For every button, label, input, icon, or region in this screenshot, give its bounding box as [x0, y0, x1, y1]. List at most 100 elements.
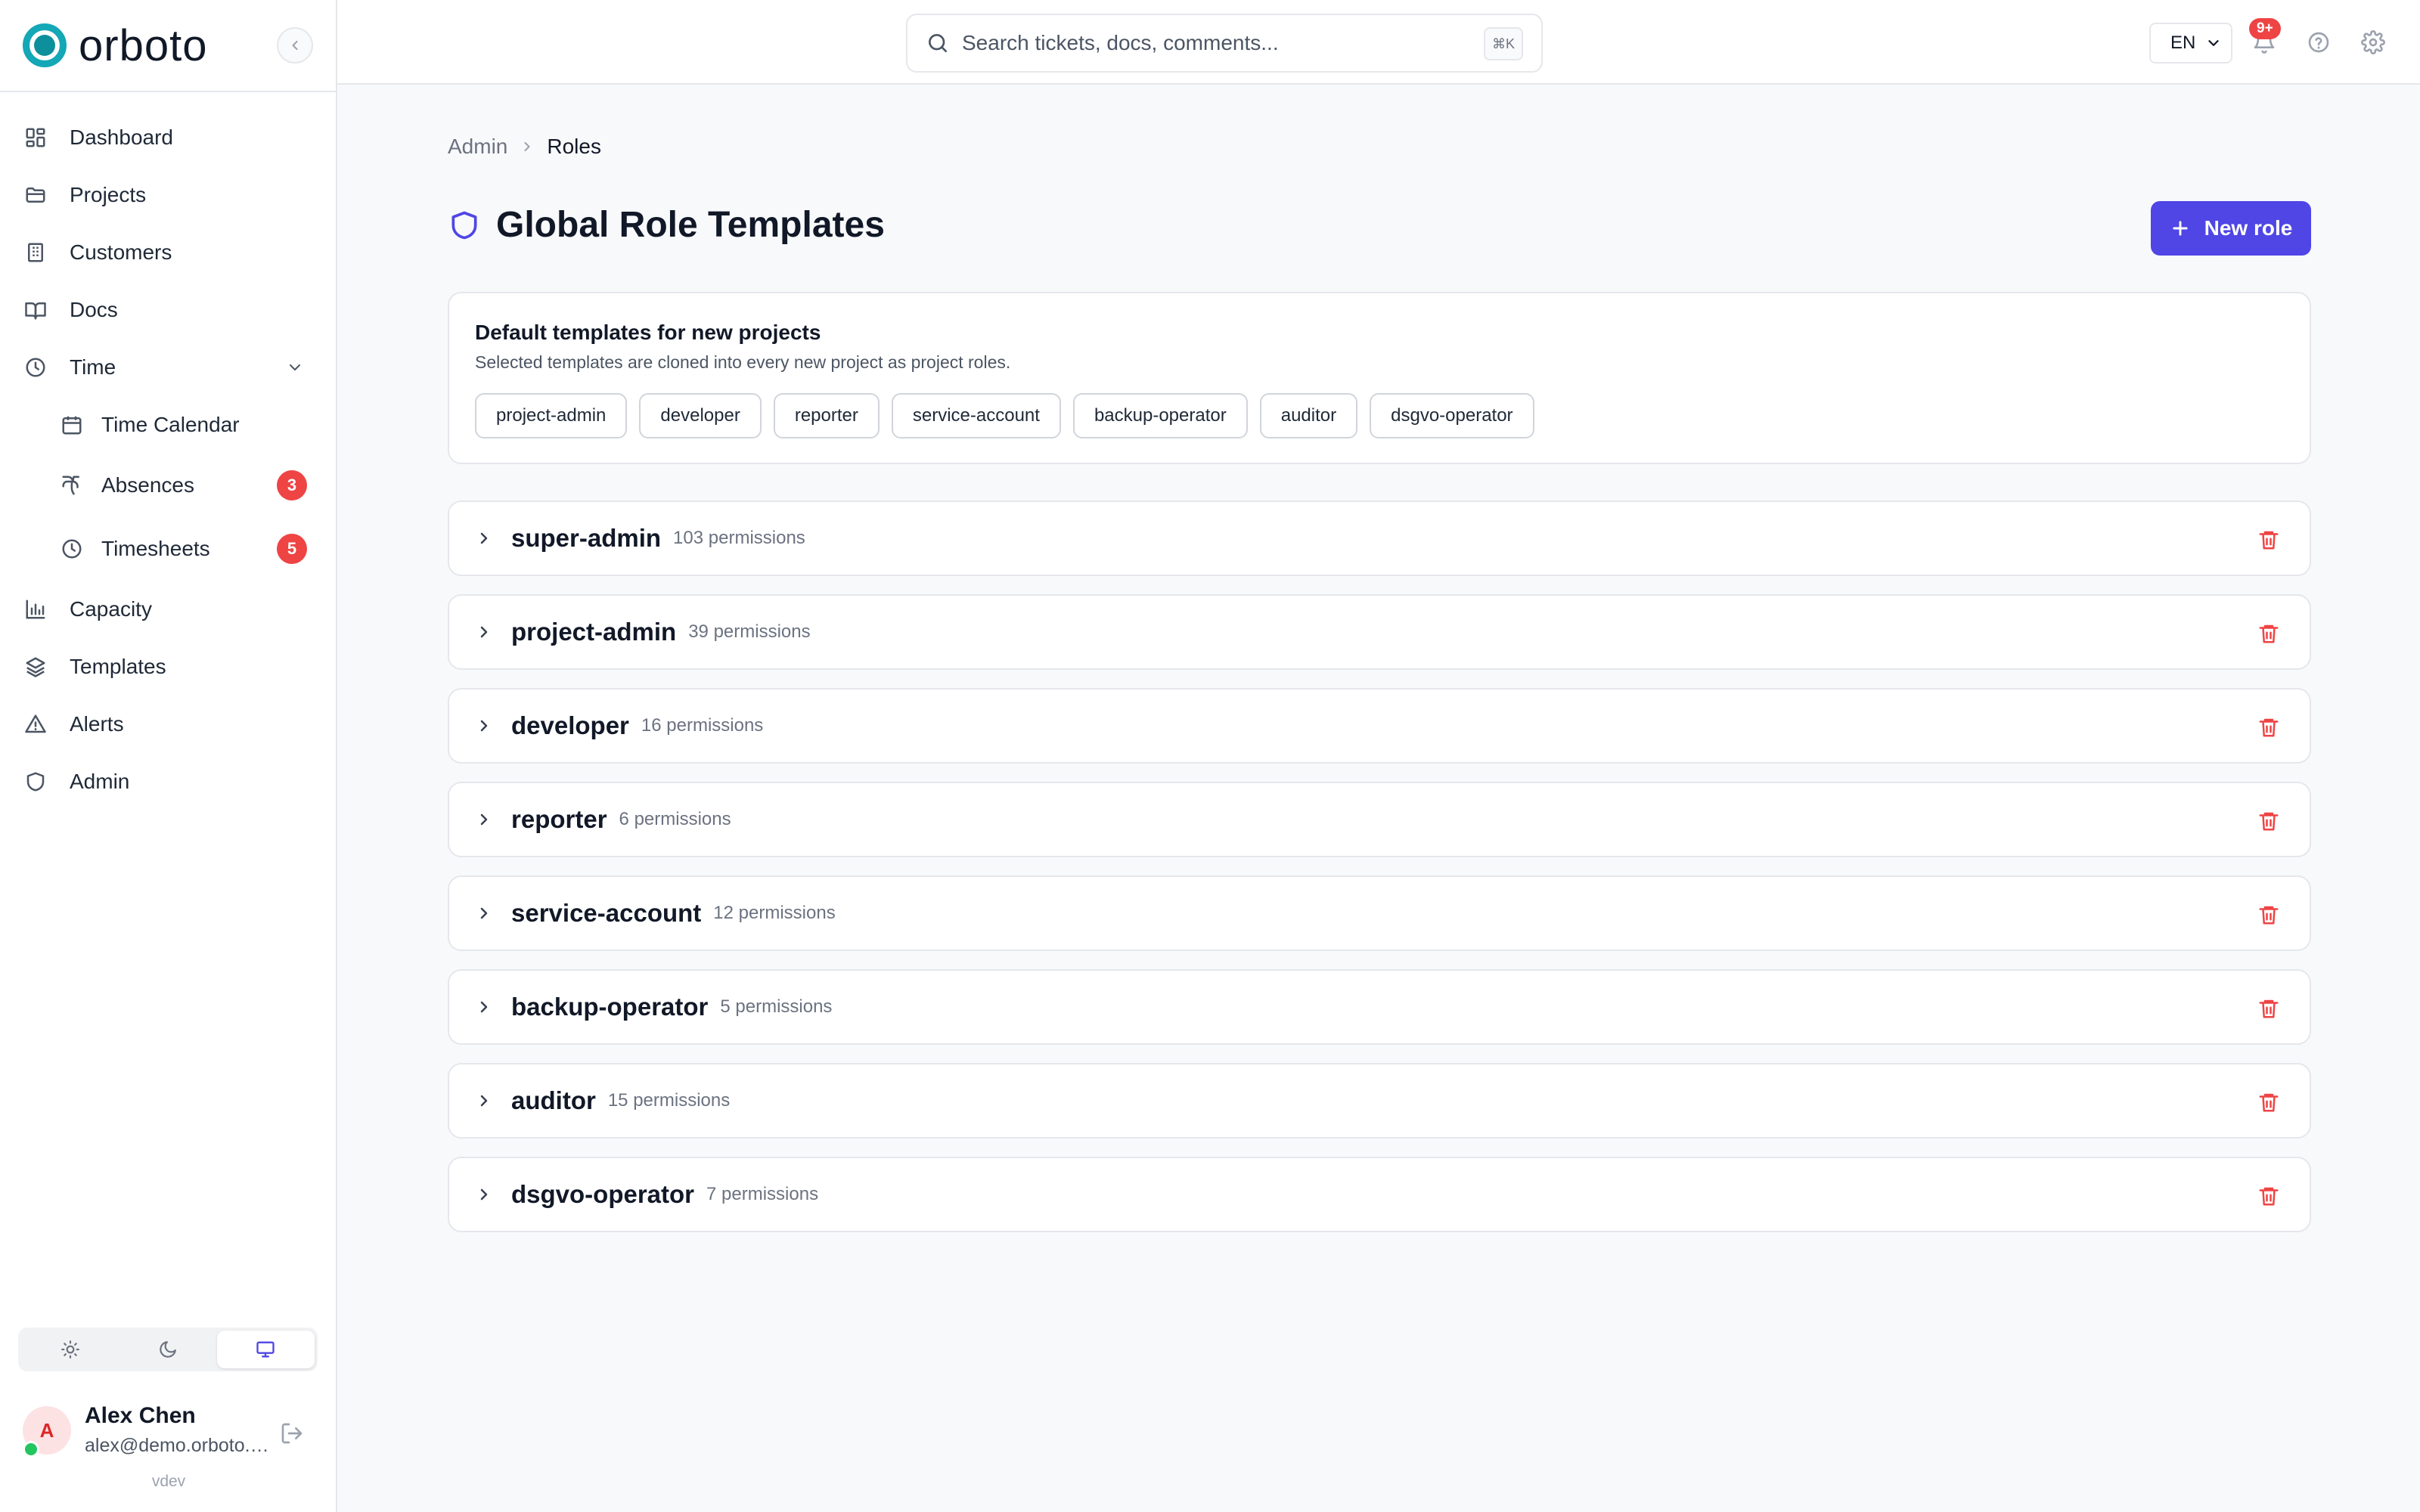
chevron-right-icon[interactable] — [472, 1089, 496, 1113]
sidebar-item-label: Capacity — [70, 597, 152, 621]
app-version: vdev — [151, 1473, 186, 1490]
sidebar-item-time[interactable]: Time — [23, 345, 318, 390]
sidebar-item-timesheets[interactable]: Timesheets 5 — [59, 526, 316, 572]
search-input[interactable] — [962, 31, 1476, 55]
brand-logo — [23, 23, 67, 67]
delete-role-button[interactable] — [2254, 900, 2284, 930]
sidebar-item-label: Admin — [70, 770, 130, 793]
sidebar-item-label: Time Calendar — [101, 413, 240, 436]
chevron-left-icon — [292, 40, 298, 51]
sidebar-item-customers[interactable]: Customers — [23, 230, 318, 275]
role-row[interactable]: backup-operator 5 permissions — [448, 969, 2311, 1045]
new-role-label: New role — [2204, 216, 2293, 240]
new-role-button[interactable]: New role — [2151, 201, 2311, 256]
template-chip[interactable]: backup-operator — [1072, 393, 1248, 438]
template-chip[interactable]: dsgvo-operator — [1370, 393, 1534, 438]
delete-role-button[interactable] — [2254, 712, 2284, 742]
language-select[interactable]: EN — [2149, 23, 2232, 64]
chevron-right-icon — [520, 139, 535, 154]
chevron-right-icon[interactable] — [472, 807, 496, 832]
absences-count-badge: 3 — [277, 470, 307, 500]
default-templates-card: Default templates for new projects Selec… — [448, 292, 2311, 464]
role-row[interactable]: project-admin 39 permissions — [448, 594, 2311, 670]
help-button[interactable] — [2302, 26, 2335, 59]
chevron-right-icon[interactable] — [472, 901, 496, 925]
sidebar-item-label: Dashboard — [70, 125, 173, 149]
template-chip[interactable]: reporter — [773, 393, 880, 438]
folder-icon — [23, 182, 48, 208]
delete-role-button[interactable] — [2254, 525, 2284, 555]
chevron-right-icon[interactable] — [472, 995, 496, 1019]
sidebar-item-time-calendar[interactable]: Time Calendar — [59, 402, 316, 448]
role-row[interactable]: dsgvo-operator 7 permissions — [448, 1157, 2311, 1232]
trash-icon — [2259, 999, 2279, 1018]
search-shortcut-hint: ⌘K — [1484, 27, 1523, 60]
chevron-right-icon[interactable] — [472, 620, 496, 644]
trash-icon — [2259, 718, 2279, 737]
theme-switcher — [18, 1328, 318, 1371]
sidebar-item-dashboard[interactable]: Dashboard — [23, 115, 318, 160]
template-chip[interactable]: auditor — [1259, 393, 1358, 438]
sidebar-item-capacity[interactable]: Capacity — [23, 587, 318, 632]
user-name: Alex Chen — [85, 1403, 196, 1428]
sidebar-item-admin[interactable]: Admin — [23, 759, 318, 804]
template-chip[interactable]: project-admin — [475, 393, 628, 438]
trash-icon — [2259, 1187, 2279, 1206]
sidebar-item-projects[interactable]: Projects — [23, 172, 318, 218]
role-row[interactable]: developer 16 permissions — [448, 688, 2311, 764]
book-icon — [23, 297, 48, 323]
brand[interactable]: orboto — [23, 20, 242, 70]
role-permission-count: 15 permissions — [607, 1090, 731, 1111]
theme-system-button[interactable] — [216, 1331, 315, 1368]
logout-icon — [281, 1423, 302, 1444]
delete-role-button[interactable] — [2254, 806, 2284, 836]
language-value: EN — [2170, 33, 2196, 53]
sidebar-item-label: Time — [70, 355, 116, 379]
role-name: auditor — [511, 1086, 596, 1114]
role-row[interactable]: auditor 15 permissions — [448, 1063, 2311, 1139]
logout-button[interactable] — [277, 1418, 307, 1448]
sidebar-item-alerts[interactable]: Alerts — [23, 702, 318, 747]
trash-icon — [2259, 624, 2279, 643]
theme-dark-button[interactable] — [119, 1331, 216, 1368]
settings-button[interactable] — [2356, 26, 2390, 59]
sidebar-item-templates[interactable]: Templates — [23, 644, 318, 689]
role-name: service-account — [511, 899, 702, 927]
role-row[interactable]: service-account 12 permissions — [448, 875, 2311, 951]
chevron-down-icon — [284, 357, 306, 378]
role-permission-count: 5 permissions — [720, 996, 833, 1017]
template-chip[interactable]: developer — [639, 393, 762, 438]
dashboard-icon — [23, 125, 48, 150]
delete-role-button[interactable] — [2254, 618, 2284, 649]
user-email: alex@demo.orboto.com — [85, 1435, 274, 1456]
sidebar-item-docs[interactable]: Docs — [23, 287, 318, 333]
chevron-right-icon[interactable] — [472, 714, 496, 738]
delete-role-button[interactable] — [2254, 1181, 2284, 1211]
chevron-right-icon[interactable] — [472, 526, 496, 550]
topbar: ⌘K EN 9+ — [337, 0, 2420, 85]
clock-icon — [59, 536, 85, 562]
breadcrumb-admin-link[interactable]: Admin — [448, 135, 507, 159]
page-header: Global Role Templates — [448, 204, 885, 246]
template-chip[interactable]: service-account — [891, 393, 1061, 438]
delete-role-button[interactable] — [2254, 993, 2284, 1024]
user-profile[interactable]: A Alex Chen alex@demo.orboto.com — [23, 1403, 318, 1464]
building-icon — [23, 240, 48, 265]
role-row[interactable]: super-admin 103 permissions — [448, 500, 2311, 576]
brand-name: orboto — [79, 20, 208, 70]
role-row[interactable]: reporter 6 permissions — [448, 782, 2311, 857]
collapse-sidebar-button[interactable] — [277, 27, 313, 64]
delete-role-button[interactable] — [2254, 1087, 2284, 1117]
role-permission-count: 6 permissions — [619, 809, 731, 829]
search-box[interactable]: ⌘K — [906, 14, 1543, 73]
trash-icon — [2259, 812, 2279, 831]
shield-icon — [448, 206, 482, 244]
chevron-right-icon[interactable] — [472, 1182, 496, 1207]
sidebar-item-label: Docs — [70, 298, 118, 321]
sidebar-item-absences[interactable]: Absences 3 — [59, 463, 316, 508]
palm-tree-icon — [59, 472, 85, 498]
theme-light-button[interactable] — [21, 1331, 119, 1368]
role-name: backup-operator — [511, 993, 709, 1021]
gear-icon — [2361, 30, 2385, 54]
role-name: project-admin — [511, 618, 677, 646]
